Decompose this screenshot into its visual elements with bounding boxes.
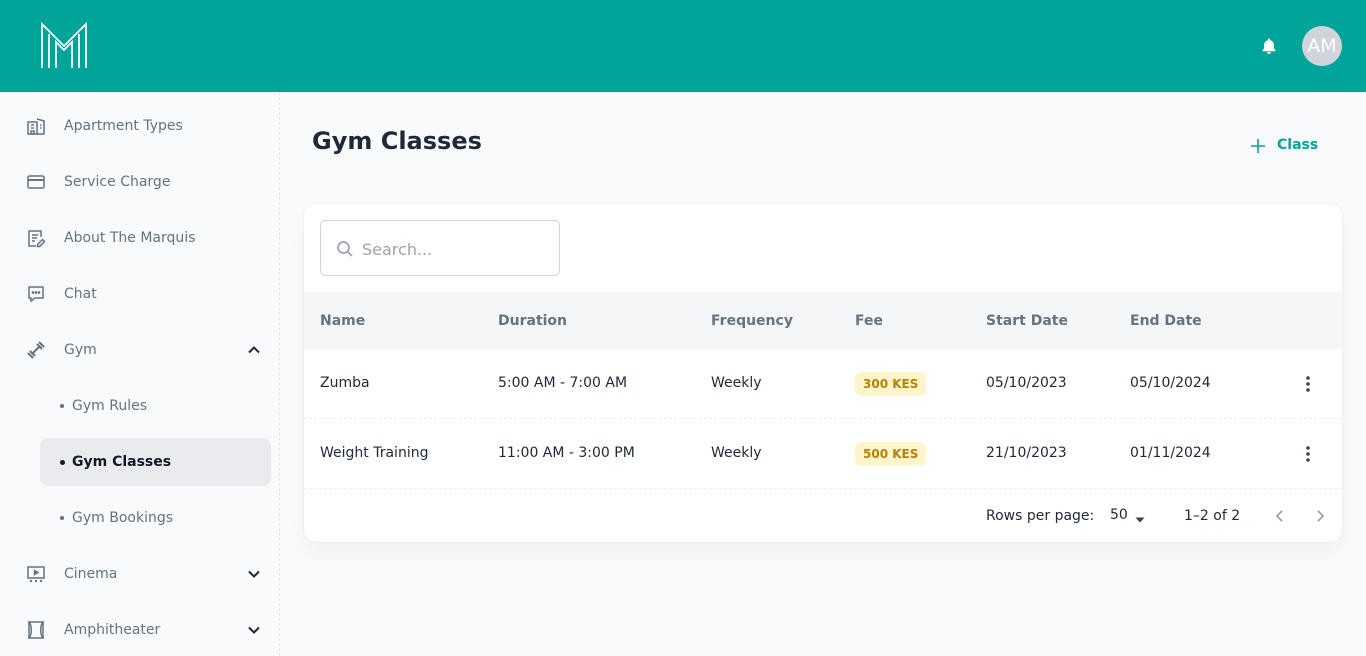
sidebar-item-label: Gym Rules	[72, 398, 147, 414]
building-icon	[26, 116, 46, 136]
fee-badge: 300 KES	[855, 372, 927, 396]
sidebar-item-service-charge[interactable]: Service Charge	[16, 158, 271, 206]
amphitheater-icon	[26, 620, 46, 640]
cell-start-date: 05/10/2023	[986, 375, 1067, 391]
sidebar-item-label: Chat	[64, 286, 97, 302]
plus-icon	[1250, 138, 1266, 154]
sidebar: Apartment Types Service Charge About The…	[0, 92, 280, 656]
column-header-end-date[interactable]: End Date	[1130, 313, 1202, 329]
column-header-fee[interactable]: Fee	[855, 313, 883, 329]
bullet-icon	[60, 459, 65, 465]
chevron-up-icon	[244, 340, 264, 360]
cell-end-date: 05/10/2024	[1130, 375, 1211, 391]
rows-per-page-select[interactable]: 50	[1104, 504, 1154, 528]
sidebar-item-label: Gym Classes	[72, 454, 172, 470]
add-class-button[interactable]: Class	[1240, 130, 1328, 162]
avatar[interactable]: AM	[1302, 26, 1342, 66]
sidebar-item-amphitheater[interactable]: Amphitheater	[16, 606, 271, 654]
previous-page-icon[interactable]	[1266, 502, 1294, 530]
table-row[interactable]: Zumba 5:00 AM - 7:00 AM Weekly 300 KES 0…	[304, 349, 1342, 419]
document-edit-icon	[26, 228, 46, 248]
pagination-range: 1–2 of 2	[1184, 508, 1241, 524]
rows-per-page-label: Rows per page:	[986, 508, 1095, 524]
sidebar-item-about-the-marquis[interactable]: About The Marquis	[16, 214, 271, 262]
column-header-start-date[interactable]: Start Date	[986, 313, 1068, 329]
cell-duration: 11:00 AM - 3:00 PM	[498, 445, 635, 461]
more-vertical-icon[interactable]	[1294, 440, 1322, 468]
cell-name: Weight Training	[320, 445, 429, 461]
next-page-icon[interactable]	[1306, 502, 1334, 530]
rows-per-page-value: 50	[1110, 507, 1128, 523]
sidebar-item-chat[interactable]: Chat	[16, 270, 271, 318]
sidebar-item-label: Apartment Types	[64, 118, 183, 134]
cinema-icon	[26, 564, 46, 584]
sidebar-subitem-gym-classes[interactable]: Gym Classes	[40, 438, 271, 486]
sidebar-subitem-gym-bookings[interactable]: Gym Bookings	[40, 494, 271, 542]
bell-icon[interactable]	[1257, 34, 1281, 58]
cell-frequency: Weekly	[711, 445, 762, 461]
cell-frequency: Weekly	[711, 375, 762, 391]
sidebar-item-label: About The Marquis	[64, 230, 196, 246]
credit-card-icon	[26, 172, 46, 192]
dumbbell-icon	[26, 340, 46, 360]
column-header-duration[interactable]: Duration	[498, 313, 567, 329]
top-app-bar: AM	[0, 0, 1366, 92]
table-pagination: Rows per page: 50 1–2 of 2	[304, 490, 1342, 542]
sidebar-item-label: Service Charge	[64, 174, 171, 190]
bullet-icon	[60, 516, 64, 520]
sidebar-subitem-gym-rules[interactable]: Gym Rules	[40, 382, 271, 430]
avatar-initials: AM	[1307, 35, 1337, 57]
search-input[interactable]	[362, 237, 552, 261]
sidebar-item-label: Amphitheater	[64, 622, 161, 638]
column-header-name[interactable]: Name	[320, 313, 365, 329]
cell-duration: 5:00 AM - 7:00 AM	[498, 375, 628, 391]
sidebar-item-gym[interactable]: Gym	[16, 326, 271, 374]
chevron-down-icon	[244, 564, 264, 584]
table-row[interactable]: Weight Training 11:00 AM - 3:00 PM Weekl…	[304, 419, 1342, 489]
bullet-icon	[60, 404, 64, 408]
cell-name: Zumba	[320, 375, 370, 391]
page-title: Gym Classes	[312, 127, 482, 155]
marquis-m-logo-icon[interactable]	[38, 20, 90, 72]
sidebar-item-cinema[interactable]: Cinema	[16, 550, 271, 598]
fee-badge: 500 KES	[855, 442, 927, 466]
chat-icon	[26, 284, 46, 304]
cell-end-date: 01/11/2024	[1130, 445, 1211, 461]
column-header-frequency[interactable]: Frequency	[711, 313, 793, 329]
sidebar-item-label: Gym	[64, 342, 97, 358]
sidebar-item-label: Gym Bookings	[72, 510, 174, 526]
cell-start-date: 21/10/2023	[986, 445, 1067, 461]
table-header: Name Duration Frequency Fee Start Date E…	[304, 292, 1342, 349]
add-class-button-label: Class	[1277, 137, 1319, 153]
search-box	[320, 220, 560, 276]
caret-down-icon	[1134, 511, 1146, 523]
sidebar-item-apartment-types[interactable]: Apartment Types	[16, 102, 271, 150]
more-vertical-icon[interactable]	[1294, 370, 1322, 398]
search-icon	[335, 239, 355, 259]
gym-classes-card: Name Duration Frequency Fee Start Date E…	[304, 204, 1342, 542]
sidebar-item-label: Cinema	[64, 566, 118, 582]
chevron-down-icon	[244, 620, 264, 640]
